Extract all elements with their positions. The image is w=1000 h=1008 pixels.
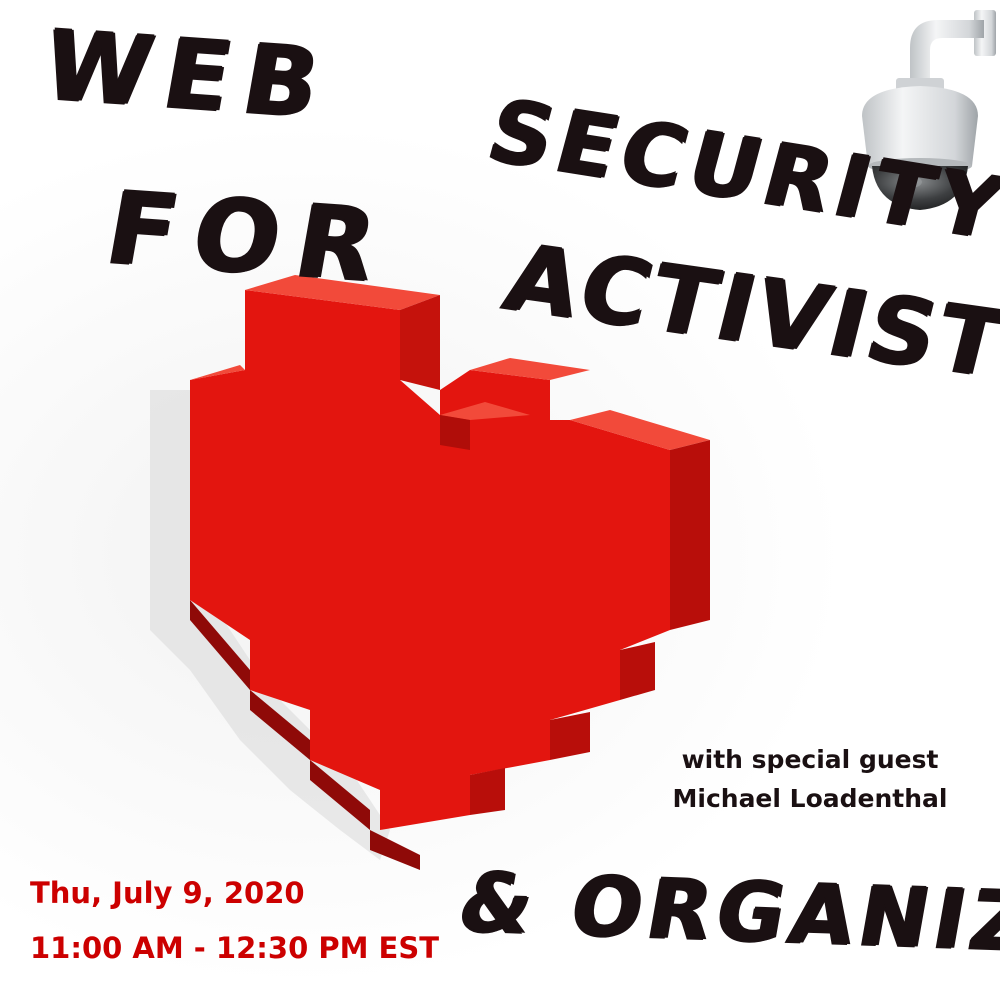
- heart-notch-inner: [440, 415, 470, 450]
- heart-notch: [400, 295, 440, 390]
- event-datetime: Thu, July 9, 2020 11:00 AM - 12:30 PM ES…: [30, 866, 439, 976]
- guest-intro: with special guest: [681, 745, 939, 774]
- guest-name: Michael Loadenthal: [672, 784, 948, 813]
- event-time: 11:00 AM - 12:30 PM EST: [30, 931, 440, 965]
- event-date: Thu, July 9, 2020: [30, 876, 305, 910]
- camera-arm: [910, 20, 984, 86]
- title-line-1: Web: [35, 8, 342, 140]
- title-line-3: For: [98, 168, 403, 305]
- pixel-heart-icon: [150, 275, 710, 870]
- special-guest: with special guest Michael Loadenthal: [640, 740, 980, 818]
